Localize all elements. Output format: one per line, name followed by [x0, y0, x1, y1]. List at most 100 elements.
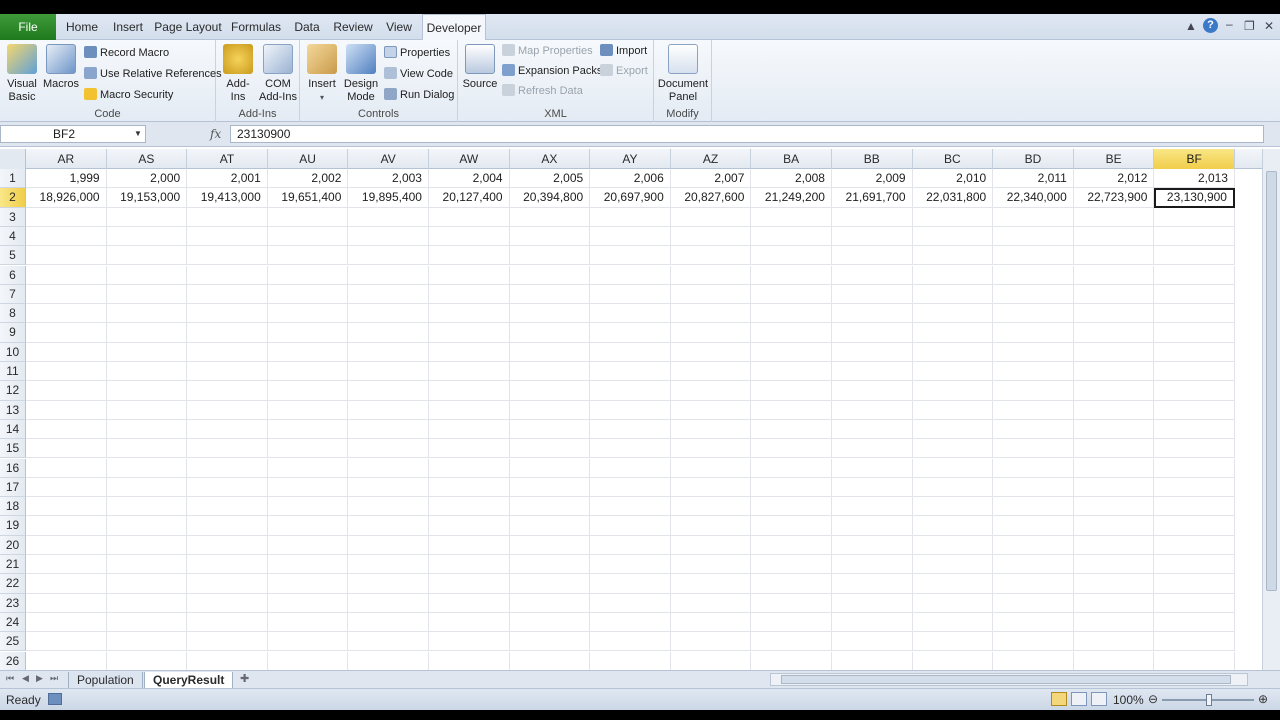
cell-ba14[interactable]: [751, 419, 832, 440]
column-header-ba[interactable]: BA: [751, 149, 832, 169]
cell-bf12[interactable]: [1154, 381, 1235, 401]
cell-at17[interactable]: [187, 477, 268, 498]
cell-ay9[interactable]: [590, 323, 671, 343]
cell-ax11[interactable]: [509, 362, 591, 382]
cell-ar16[interactable]: [26, 458, 107, 478]
cell-av18[interactable]: [348, 497, 429, 517]
cell-bc9[interactable]: [912, 323, 994, 343]
cell-av15[interactable]: [348, 439, 429, 459]
cell-az8[interactable]: [670, 304, 752, 324]
first-sheet-icon[interactable]: ⏮: [6, 673, 14, 684]
cell-ax14[interactable]: [509, 419, 591, 440]
column-header-az[interactable]: AZ: [671, 149, 752, 169]
cell-be4[interactable]: [1073, 226, 1155, 247]
sheet-tab-population[interactable]: Population: [68, 672, 143, 689]
insert-function-icon[interactable]: fx: [210, 127, 221, 141]
cell-bf11[interactable]: [1154, 362, 1235, 382]
cell-at19[interactable]: [187, 516, 268, 536]
document-panel-button[interactable]: Document Panel: [656, 44, 710, 104]
cell-bc19[interactable]: [912, 516, 994, 536]
cell-bc24[interactable]: [912, 612, 994, 633]
cell-as26[interactable]: [106, 651, 188, 670]
row-header-23[interactable]: 23: [0, 593, 26, 613]
cell-bc13[interactable]: [912, 400, 994, 420]
cell-be20[interactable]: [1073, 535, 1155, 555]
cell-ax8[interactable]: [509, 304, 591, 324]
cell-be25[interactable]: [1073, 632, 1155, 652]
cell-bd25[interactable]: [993, 632, 1074, 652]
row-header-18[interactable]: 18: [0, 497, 26, 517]
cell-aw25[interactable]: [429, 632, 510, 652]
cell-av11[interactable]: [348, 362, 429, 382]
cell-av22[interactable]: [348, 574, 429, 594]
cell-be18[interactable]: [1073, 497, 1155, 517]
cell-aw10[interactable]: [429, 342, 510, 362]
page-break-view-icon[interactable]: [1091, 692, 1107, 706]
cell-bc10[interactable]: [912, 342, 994, 362]
cell-at7[interactable]: [187, 284, 268, 305]
cell-aw19[interactable]: [429, 516, 510, 536]
cell-ba24[interactable]: [751, 612, 832, 633]
cell-ay11[interactable]: [590, 362, 671, 382]
cell-as12[interactable]: [106, 381, 188, 401]
cell-bd13[interactable]: [993, 400, 1074, 420]
cell-be2[interactable]: 22,723,900: [1073, 188, 1155, 208]
cell-at1[interactable]: 2,001: [187, 169, 268, 189]
cell-av26[interactable]: [348, 651, 429, 670]
cell-be3[interactable]: [1073, 207, 1155, 227]
cell-ax15[interactable]: [509, 439, 591, 459]
cell-be24[interactable]: [1073, 612, 1155, 633]
cell-az6[interactable]: [670, 265, 752, 285]
macros-button[interactable]: Macros: [42, 44, 80, 91]
cell-bc25[interactable]: [912, 632, 994, 652]
row-header-5[interactable]: 5: [0, 246, 26, 266]
cell-aw6[interactable]: [429, 265, 510, 285]
cell-bd2[interactable]: 22,340,000: [993, 188, 1074, 208]
cell-ba13[interactable]: [751, 400, 832, 420]
cell-bc18[interactable]: [912, 497, 994, 517]
row-header-3[interactable]: 3: [0, 207, 26, 227]
cell-au5[interactable]: [267, 246, 349, 266]
row-header-19[interactable]: 19: [0, 516, 26, 536]
cell-au3[interactable]: [267, 207, 349, 227]
page-layout-view-icon[interactable]: [1071, 692, 1087, 706]
cell-bd5[interactable]: [993, 246, 1074, 266]
cell-bf7[interactable]: [1154, 284, 1235, 305]
cell-bc12[interactable]: [912, 381, 994, 401]
cell-au11[interactable]: [267, 362, 349, 382]
cell-bb10[interactable]: [832, 342, 913, 362]
cell-as11[interactable]: [106, 362, 188, 382]
cell-bb17[interactable]: [832, 477, 913, 498]
cell-ax9[interactable]: [509, 323, 591, 343]
cell-ar10[interactable]: [26, 342, 107, 362]
add-ins-button[interactable]: Add-Ins: [220, 44, 256, 104]
cell-bb16[interactable]: [832, 458, 913, 478]
cell-au4[interactable]: [267, 226, 349, 247]
cell-ar6[interactable]: [26, 265, 107, 285]
cell-be21[interactable]: [1073, 555, 1155, 575]
cell-at20[interactable]: [187, 535, 268, 555]
cell-bf15[interactable]: [1154, 439, 1235, 459]
cell-ay8[interactable]: [590, 304, 671, 324]
cell-bc4[interactable]: [912, 226, 994, 247]
cell-bf8[interactable]: [1154, 304, 1235, 324]
cell-bf6[interactable]: [1154, 265, 1235, 285]
cell-bf10[interactable]: [1154, 342, 1235, 362]
cell-as4[interactable]: [106, 226, 188, 247]
cell-bb18[interactable]: [832, 497, 913, 517]
cell-bd12[interactable]: [993, 381, 1074, 401]
cell-as1[interactable]: 2,000: [106, 169, 188, 189]
cell-as2[interactable]: 19,153,000: [106, 188, 188, 208]
cell-au10[interactable]: [267, 342, 349, 362]
row-header-22[interactable]: 22: [0, 574, 26, 594]
cell-as10[interactable]: [106, 342, 188, 362]
cell-bc11[interactable]: [912, 362, 994, 382]
cell-au12[interactable]: [267, 381, 349, 401]
cell-bf14[interactable]: [1154, 419, 1235, 440]
row-header-20[interactable]: 20: [0, 535, 26, 555]
cell-ba18[interactable]: [751, 497, 832, 517]
cell-be9[interactable]: [1073, 323, 1155, 343]
zoom-slider[interactable]: [1162, 694, 1254, 706]
cell-ax2[interactable]: 20,394,800: [509, 188, 591, 208]
cell-ba12[interactable]: [751, 381, 832, 401]
